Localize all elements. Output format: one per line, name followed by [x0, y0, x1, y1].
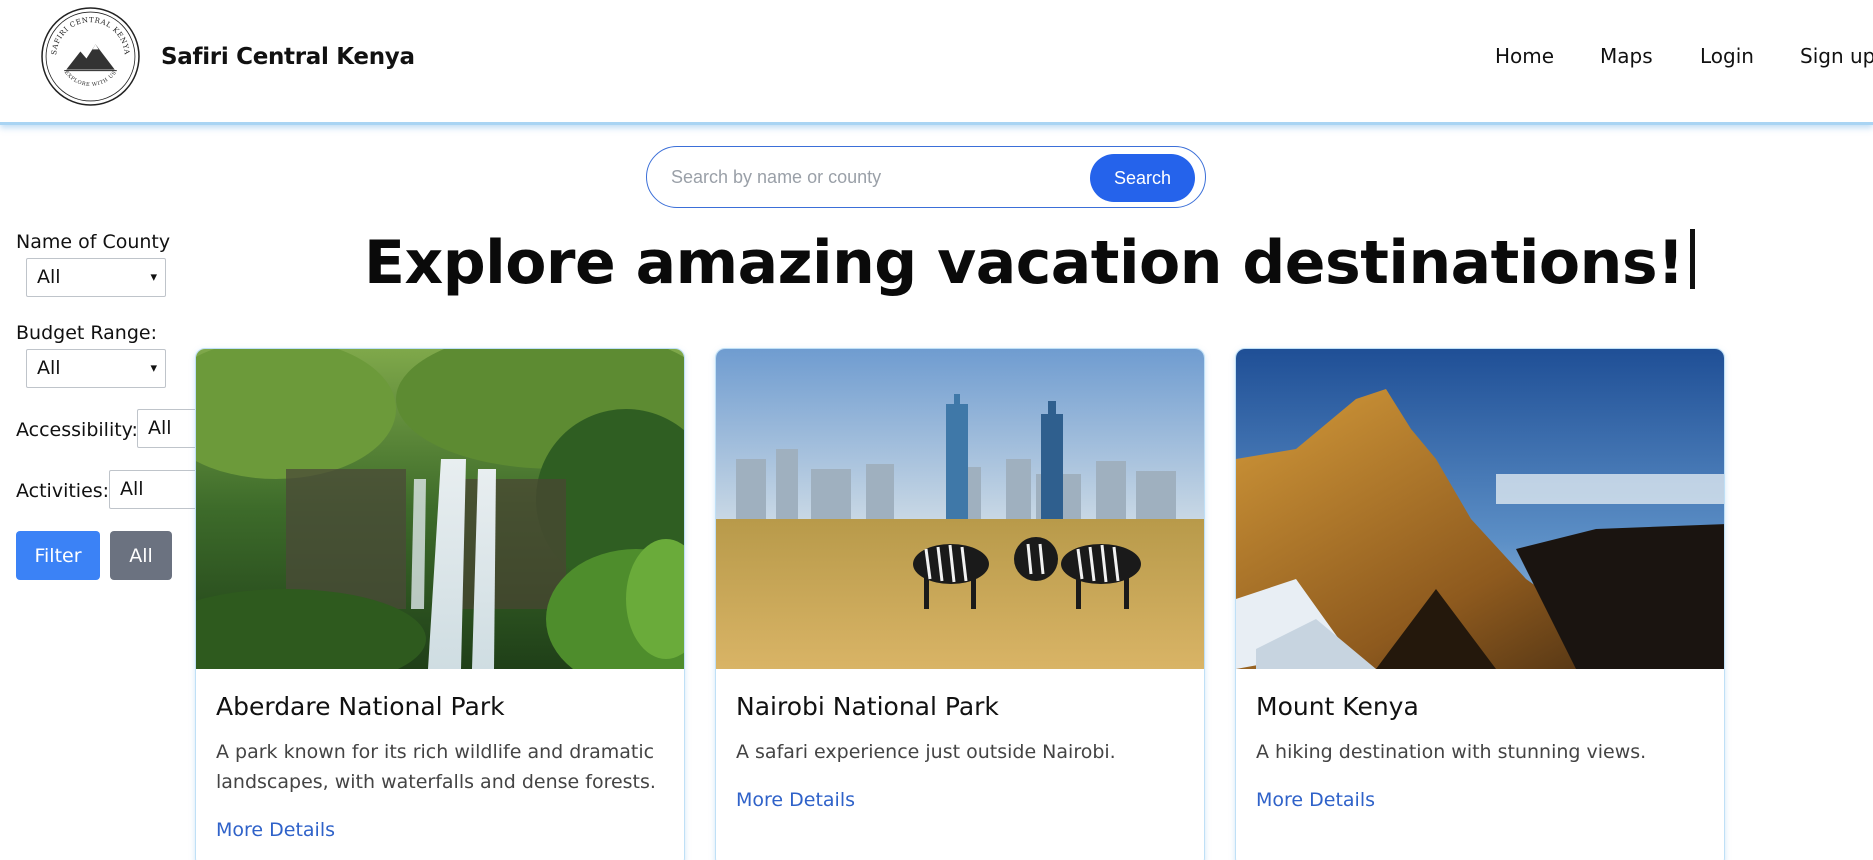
search-button[interactable]: Search: [1090, 154, 1195, 202]
budget-filter-label: Budget Range:: [16, 322, 157, 344]
activities-select-value: All: [120, 478, 144, 500]
destination-card[interactable]: Aberdare National Park A park known for …: [195, 348, 685, 860]
mountain-image: [1236, 349, 1724, 669]
county-select[interactable]: All ▾: [26, 258, 166, 297]
reset-all-button[interactable]: All: [110, 531, 172, 580]
activities-filter-label: Activities:: [16, 480, 110, 502]
card-title: Nairobi National Park: [736, 692, 999, 721]
waterfall-image: [196, 349, 684, 669]
filter-button[interactable]: Filter: [16, 531, 100, 580]
accessibility-select-value: All: [148, 417, 172, 439]
page-heading: Explore amazing vacation destinations!: [364, 228, 1695, 298]
chevron-down-icon: ▾: [150, 361, 157, 376]
site-header: SAFIRI CENTRAL KENYA EXPLORE WITH US Saf…: [0, 0, 1873, 125]
card-title: Mount Kenya: [1256, 692, 1419, 721]
zebras-skyline-image: [716, 349, 1204, 669]
page-heading-text: Explore amazing vacation destinations!: [364, 228, 1684, 298]
chevron-down-icon: ▾: [150, 270, 157, 285]
more-details-link[interactable]: More Details: [216, 819, 335, 841]
card-description: A park known for its rich wildlife and d…: [216, 741, 656, 793]
destination-card[interactable]: Mount Kenya A hiking destination with st…: [1235, 348, 1725, 860]
county-select-value: All: [37, 266, 61, 288]
card-title: Aberdare National Park: [216, 692, 505, 721]
nav-maps-link[interactable]: Maps: [1600, 44, 1653, 68]
nav-login-link[interactable]: Login: [1700, 44, 1754, 68]
search-input[interactable]: [671, 161, 1071, 193]
search-bar: Search: [646, 146, 1206, 208]
more-details-link[interactable]: More Details: [1256, 789, 1375, 811]
card-description: A safari experience just outside Nairobi…: [736, 741, 1116, 763]
budget-select[interactable]: All ▾: [26, 349, 166, 388]
county-filter-label: Name of County: [16, 231, 171, 253]
nav-signup-link[interactable]: Sign up: [1800, 44, 1873, 68]
destination-card[interactable]: Nairobi National Park A safari experienc…: [715, 348, 1205, 860]
nav-home-link[interactable]: Home: [1495, 44, 1554, 68]
typing-caret: [1689, 229, 1695, 289]
accessibility-filter-label: Accessibility:: [16, 419, 138, 441]
budget-select-value: All: [37, 357, 61, 379]
more-details-link[interactable]: More Details: [736, 789, 855, 811]
card-description: A hiking destination with stunning views…: [1256, 741, 1647, 763]
main-nav: Home Maps Login Sign up: [0, 44, 1873, 74]
